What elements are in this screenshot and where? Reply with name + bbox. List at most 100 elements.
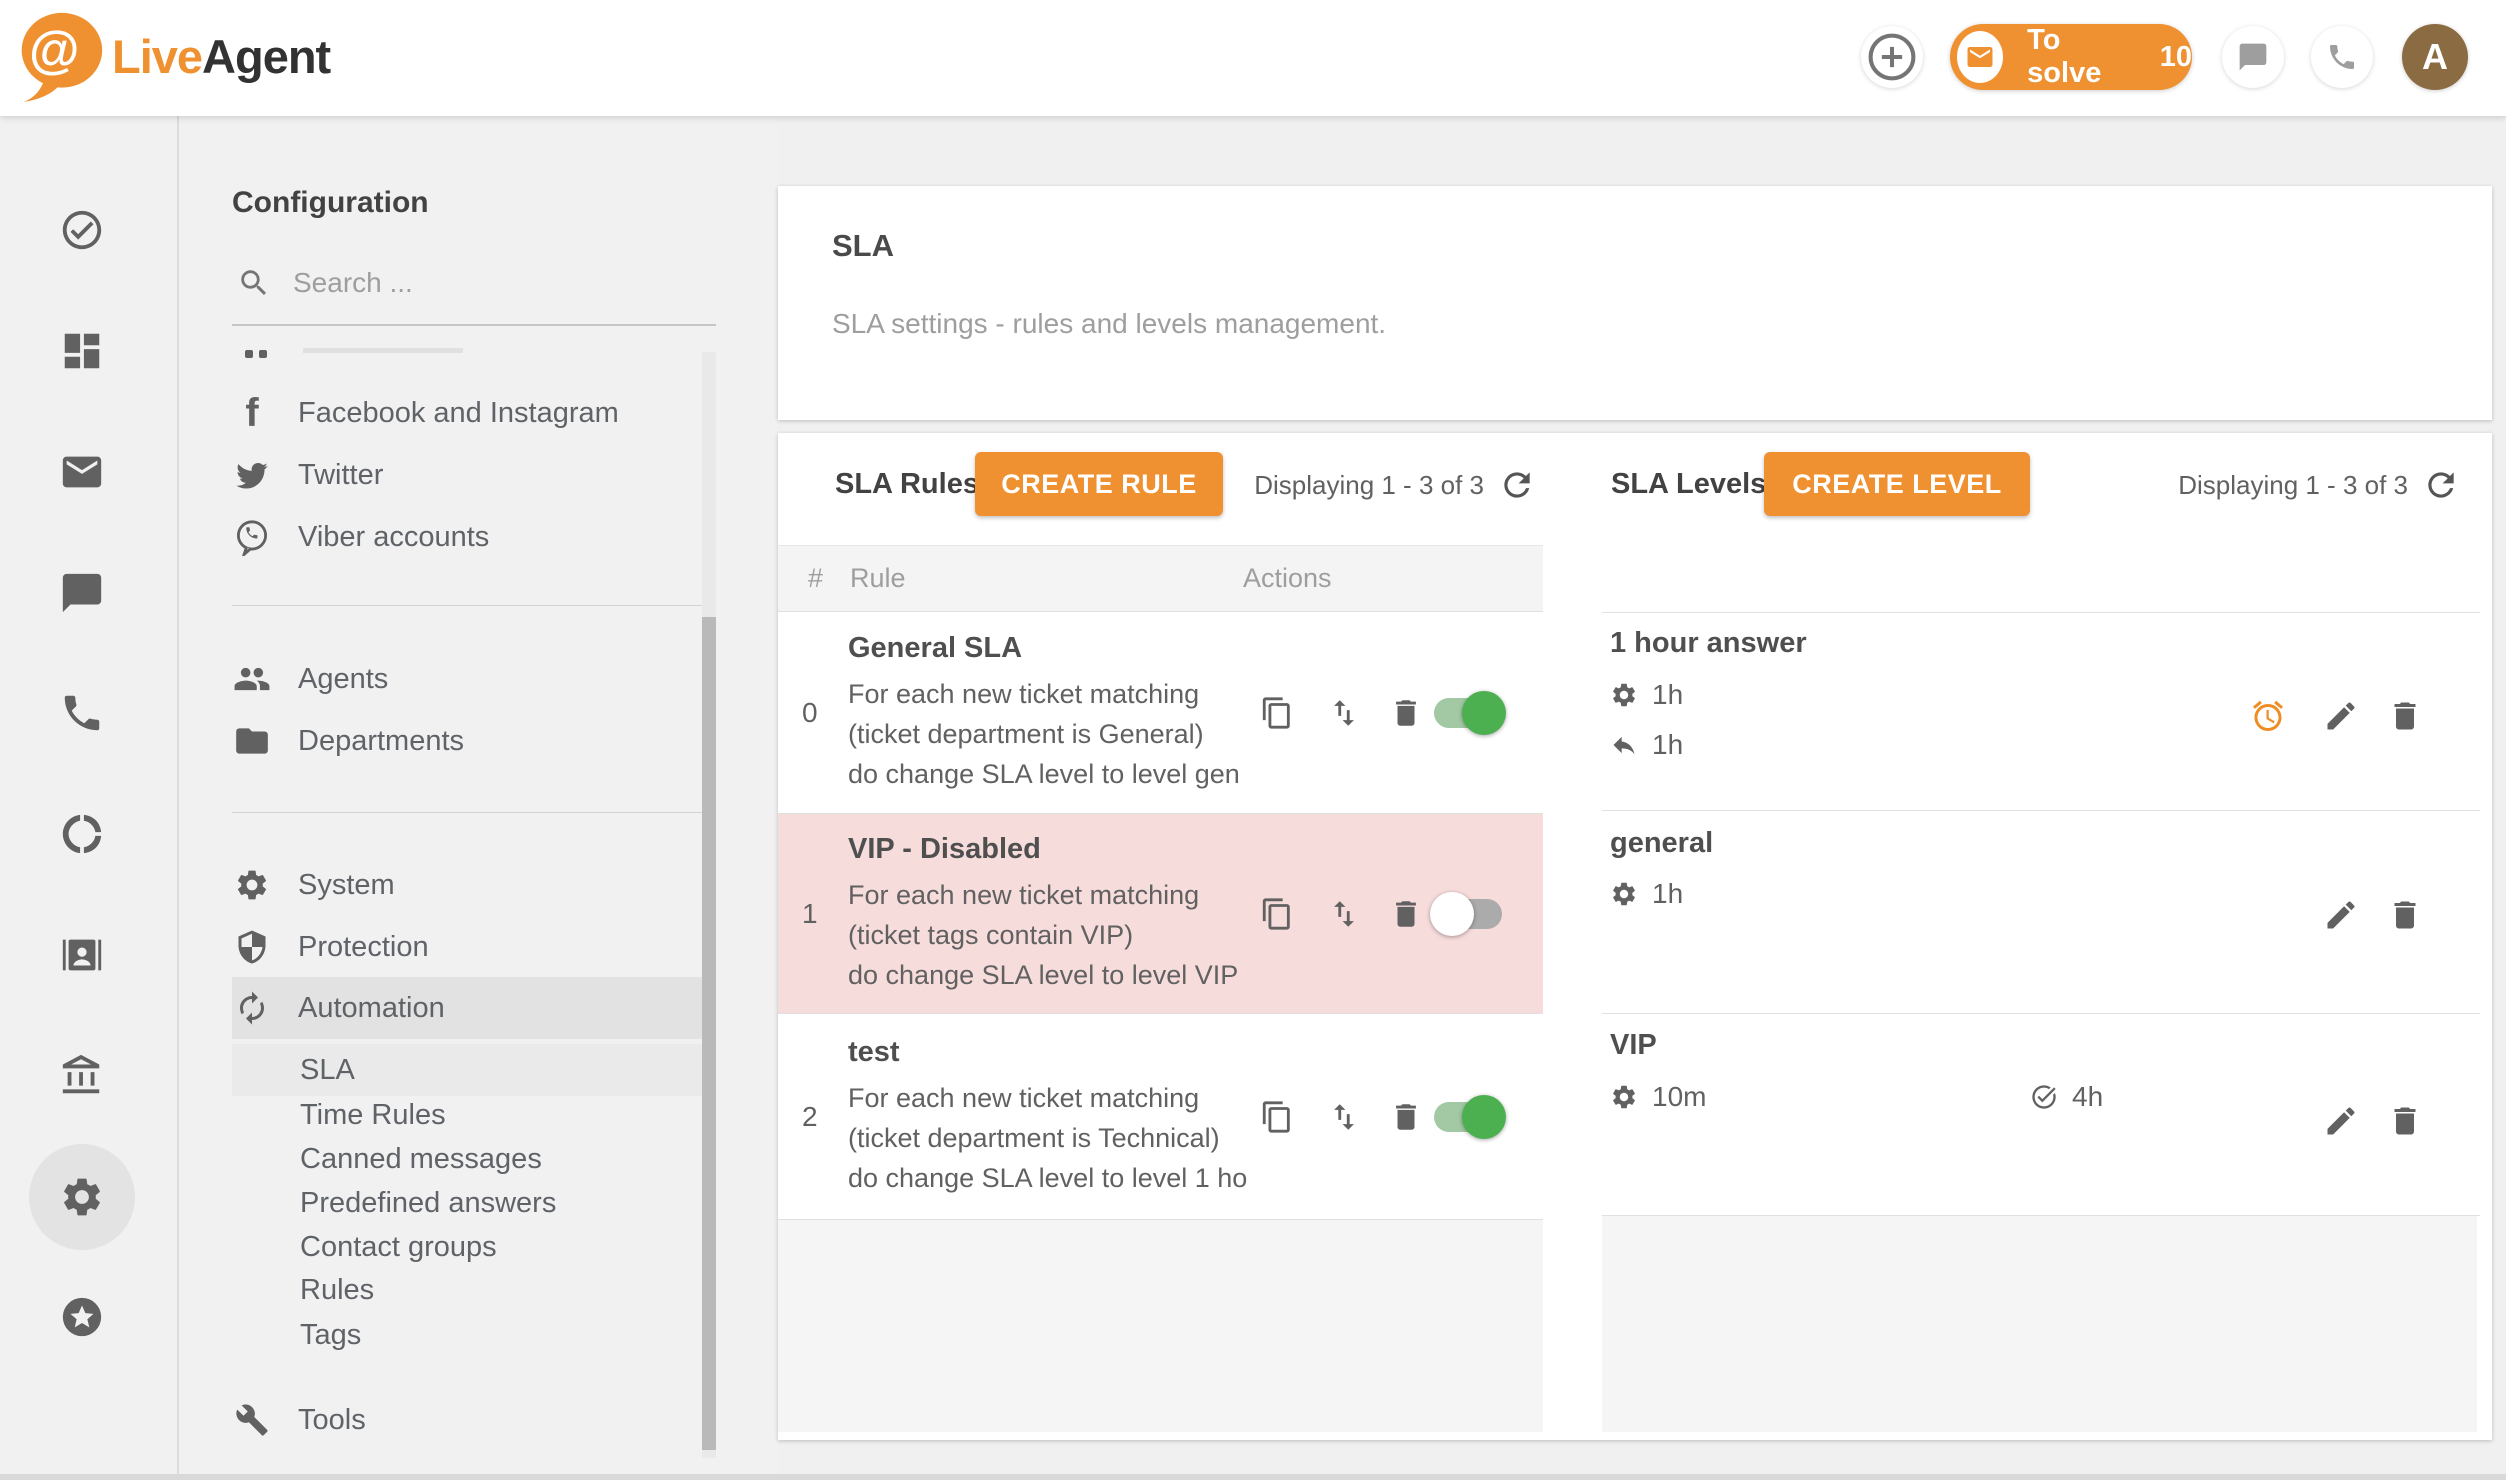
rail-item-calls[interactable] <box>59 690 105 736</box>
rule-description: General SLA For each new ticket matching… <box>848 632 1272 794</box>
rule-row-general-sla: 0 General SLA For each new ticket matchi… <box>778 612 1543 814</box>
rail-item-chats[interactable] <box>59 570 105 616</box>
rail-item-dashboard[interactable] <box>59 328 105 374</box>
config-scrollbar-thumb[interactable] <box>702 617 716 1450</box>
refresh-icon[interactable] <box>2422 466 2460 504</box>
copy-icon[interactable] <box>1260 1100 1294 1134</box>
rail-item-customers[interactable] <box>59 932 105 978</box>
rail-item-billing[interactable] <box>59 1053 105 1099</box>
chats-button[interactable] <box>2222 26 2284 88</box>
liveagent-logo[interactable]: @ LiveAgent <box>14 8 330 104</box>
reorder-icon[interactable] <box>1327 897 1361 931</box>
reorder-icon[interactable] <box>1327 696 1361 730</box>
create-level-button[interactable]: CREATE LEVEL <box>1764 452 2030 516</box>
sidebar-item-protection[interactable]: Protection <box>232 916 708 978</box>
rule-order: 1 <box>802 898 818 930</box>
contact-card-icon <box>59 932 105 978</box>
sidebar-item-tags[interactable]: Tags <box>232 1313 708 1357</box>
rule-enabled-toggle[interactable] <box>1430 891 1506 937</box>
automation-sync-icon <box>232 990 272 1026</box>
edit-icon[interactable] <box>2323 698 2359 734</box>
rail-item-online-visitors[interactable] <box>59 811 105 857</box>
rule-description: VIP - Disabled For each new ticket match… <box>848 833 1272 995</box>
rail-item-tickets[interactable] <box>59 449 105 495</box>
search-input[interactable] <box>291 260 675 306</box>
check-circle-icon <box>59 207 105 253</box>
to-solve-count: 10 <box>2160 41 2192 74</box>
plus-circle-icon <box>1865 30 1919 84</box>
copy-icon[interactable] <box>1260 897 1294 931</box>
window-bottom-edge <box>0 1474 2506 1480</box>
rule-enabled-toggle[interactable] <box>1430 1094 1506 1140</box>
reorder-icon[interactable] <box>1327 1100 1361 1134</box>
to-solve-envelope-badge <box>1957 31 2003 83</box>
alarm-icon[interactable] <box>2250 698 2286 734</box>
rail-item-tasks[interactable] <box>59 207 105 253</box>
sidebar-item-departments[interactable]: Departments <box>232 710 708 772</box>
column-header-rule: Rule <box>850 546 906 611</box>
delete-icon[interactable] <box>1389 1100 1423 1134</box>
level-divider <box>1602 1013 2480 1014</box>
column-header-actions: Actions <box>1243 546 1332 611</box>
sidebar-item-agents[interactable]: Agents <box>232 648 708 710</box>
delete-icon[interactable] <box>2387 897 2423 933</box>
gear-icon <box>59 1174 105 1220</box>
page-header-card: SLA SLA settings - rules and levels mana… <box>778 186 2492 420</box>
logo-bubble-icon: @ <box>14 8 106 104</box>
bank-icon <box>59 1053 105 1099</box>
sidebar-item-canned-messages[interactable]: Canned messages <box>232 1137 708 1181</box>
sidebar-item-tools[interactable]: Tools <box>232 1389 708 1451</box>
sidebar-item-rules[interactable]: Rules <box>232 1268 708 1312</box>
top-bar: @ LiveAgent To solve 10 <box>0 0 2506 116</box>
rail-item-settings[interactable] <box>59 1174 105 1220</box>
phone-icon <box>59 690 105 736</box>
levels-empty-area <box>1602 1216 2477 1432</box>
edit-icon[interactable] <box>2323 897 2359 933</box>
twitter-icon <box>232 457 272 493</box>
page-subtitle: SLA settings - rules and levels manageme… <box>832 308 1386 340</box>
delete-icon[interactable] <box>1389 696 1423 730</box>
sidebar-item-system[interactable]: System <box>232 854 708 916</box>
sla-rules-title: SLA Rules <box>835 468 979 501</box>
departments-icon <box>232 722 272 760</box>
icon-rail <box>0 116 179 1480</box>
page-title: SLA <box>832 228 894 264</box>
add-new-button[interactable] <box>1861 26 1923 88</box>
calls-button[interactable] <box>2311 26 2373 88</box>
delete-icon[interactable] <box>1389 897 1423 931</box>
reply-arrow-icon <box>1610 731 1638 759</box>
envelope-icon <box>1965 42 1995 72</box>
sidebar-item-twitter[interactable]: Twitter <box>232 444 708 506</box>
logo-text: LiveAgent <box>112 29 330 84</box>
delete-icon[interactable] <box>2387 698 2423 734</box>
rail-item-rewards[interactable] <box>59 1294 105 1340</box>
copy-icon[interactable] <box>1260 696 1294 730</box>
sidebar-item-contact-groups[interactable]: Contact groups <box>232 1225 708 1269</box>
rule-enabled-toggle[interactable] <box>1430 690 1506 736</box>
mail-icon <box>59 449 105 495</box>
gear-icon <box>1610 880 1638 908</box>
rule-order: 2 <box>802 1101 818 1133</box>
level-divider <box>1602 612 2480 613</box>
refresh-icon[interactable] <box>1498 466 1536 504</box>
configuration-title: Configuration <box>232 186 429 220</box>
create-rule-button[interactable]: CREATE RULE <box>975 452 1223 516</box>
to-solve-button[interactable]: To solve 10 <box>1950 24 2192 90</box>
list-divider <box>232 605 716 606</box>
sidebar-item-predefined-answers[interactable]: Predefined answers <box>232 1181 708 1225</box>
edit-icon[interactable] <box>2323 1103 2359 1139</box>
facebook-icon: f <box>232 393 272 433</box>
sidebar-item-sla[interactable]: SLA <box>232 1044 708 1096</box>
check-circle-icon <box>2030 1083 2058 1111</box>
gear-icon <box>1610 681 1638 709</box>
user-avatar[interactable]: A <box>2402 24 2468 90</box>
level-first-answer-chip: 10m <box>1610 1081 1706 1113</box>
rules-table-header: # Rule Actions <box>778 545 1543 612</box>
sidebar-item-automation[interactable]: Automation <box>232 977 708 1039</box>
sidebar-item-time-rules[interactable]: Time Rules <box>232 1093 708 1137</box>
sidebar-item-facebook-instagram[interactable]: f Facebook and Instagram <box>232 382 708 444</box>
donut-icon <box>59 811 105 857</box>
delete-icon[interactable] <box>2387 1103 2423 1139</box>
rule-description: test For each new ticket matching (ticke… <box>848 1036 1272 1198</box>
sidebar-item-viber[interactable]: Viber accounts <box>232 506 708 568</box>
